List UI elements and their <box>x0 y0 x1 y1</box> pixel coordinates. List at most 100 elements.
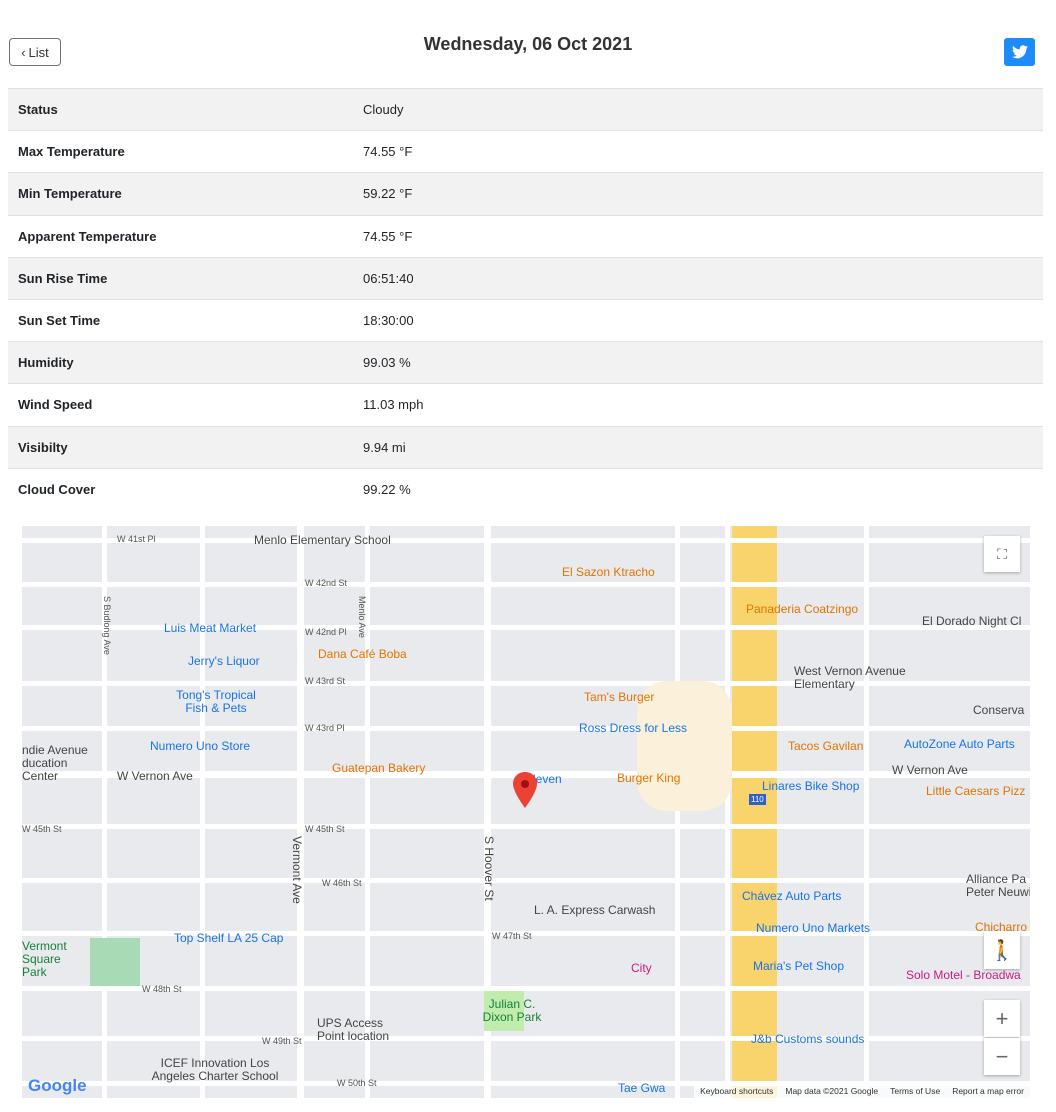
street-label: W 50th St <box>337 1078 377 1088</box>
street-label: W 41st Pl <box>117 534 156 544</box>
street-label: S Budlong Ave <box>102 596 112 655</box>
row-value: 18:30:00 <box>353 298 1043 342</box>
street-label: W 46th St <box>322 878 362 888</box>
place-label[interactable]: AutoZone Auto Parts <box>904 738 1015 751</box>
row-value: Cloudy <box>353 87 1043 131</box>
map-street <box>297 526 304 1098</box>
map[interactable]: W 41st Pl W 42nd St W 42nd Pl W 43rd St … <box>22 526 1030 1098</box>
row-value: 74.55 °F <box>353 214 1043 258</box>
place-label[interactable]: Alliance Pa Peter Neuwi <box>966 873 1030 899</box>
street-label: W 43rd Pl <box>305 723 345 733</box>
row-value: 99.22 % <box>353 467 1043 511</box>
place-label[interactable]: Vermont Ave <box>290 836 304 904</box>
place-label[interactable]: City <box>631 962 652 975</box>
place-label[interactable]: Jerry's Liquor <box>188 655 260 668</box>
street-view-pegman[interactable]: 🚶 <box>984 931 1020 969</box>
street-label: W 42nd St <box>305 578 348 588</box>
table-row: Wind Speed 11.03 mph <box>8 383 1043 426</box>
row-label: Humidity <box>8 341 353 384</box>
place-label[interactable]: W Vernon Ave <box>892 764 968 777</box>
place-label[interactable]: Vermont Square Park <box>22 940 82 979</box>
place-label[interactable]: Little Caesars Pizz <box>926 785 1025 798</box>
place-label[interactable]: UPS Access Point location <box>317 1017 407 1043</box>
place-label[interactable]: Solo Motel - Broadwa <box>906 969 1021 982</box>
place-label[interactable]: L. A. Express Carwash <box>534 904 655 917</box>
map-street <box>200 526 205 1098</box>
zoom-out-button[interactable]: − <box>984 1038 1020 1075</box>
street-label: W 43rd St <box>305 676 346 686</box>
row-label: Cloud Cover <box>8 467 353 511</box>
row-label: Status <box>8 87 353 131</box>
twitter-share-button[interactable] <box>1004 38 1035 66</box>
place-label[interactable]: Numero Uno Markets <box>756 922 870 935</box>
row-label: Wind Speed <box>8 383 353 426</box>
fullscreen-icon: ⛶ <box>997 545 1007 562</box>
zoom-in-button[interactable]: + <box>984 1000 1020 1037</box>
place-label[interactable]: Numero Uno Store <box>150 740 250 753</box>
map-street <box>22 582 1030 587</box>
place-label[interactable]: West Vernon Avenue Elementary <box>794 665 914 691</box>
pegman-icon: 🚶 <box>989 939 1015 962</box>
map-data-attribution: Map data ©2021 Google <box>785 1086 879 1096</box>
table-row: Min Temperature 59.22 °F <box>8 172 1043 216</box>
row-label: Apparent Temperature <box>8 214 353 258</box>
report-error-link[interactable]: Report a map error <box>952 1086 1024 1096</box>
map-street <box>22 824 1030 829</box>
table-row: Sun Rise Time 06:51:40 <box>8 256 1043 300</box>
page-title: Wednesday, 06 Oct 2021 <box>423 34 633 54</box>
place-label[interactable]: Julian C. Dixon Park <box>472 998 552 1024</box>
street-label: W 45th St <box>305 824 345 834</box>
row-value: 06:51:40 <box>353 256 1043 300</box>
place-label[interactable]: El Dorado Night Cl <box>922 615 1021 628</box>
place-label[interactable]: Burger King <box>617 772 680 785</box>
place-label[interactable]: Tae Gwa <box>618 1082 665 1095</box>
place-label[interactable]: Guatepan Bakery <box>332 762 425 775</box>
place-label[interactable]: Conserva <box>973 704 1024 717</box>
row-label: Max Temperature <box>8 130 353 173</box>
place-label[interactable]: Maria's Pet Shop <box>753 960 844 973</box>
table-row: Sun Set Time 18:30:00 <box>8 298 1043 342</box>
street-label: Menlo Ave <box>357 596 367 638</box>
place-label[interactable]: Linares Bike Shop <box>762 780 859 793</box>
place-label[interactable]: ICEF Innovation Los Angeles Charter Scho… <box>150 1057 280 1083</box>
place-label[interactable]: Menlo Elementary School <box>254 534 391 547</box>
fullscreen-button[interactable]: ⛶ <box>984 536 1020 572</box>
place-label[interactable]: Top Shelf LA 25 Cap <box>174 932 283 945</box>
table-row: Status Cloudy <box>8 87 1043 131</box>
place-label[interactable]: Ross Dress for Less <box>579 722 687 735</box>
street-label: W 42nd Pl <box>305 627 347 637</box>
location-marker-icon[interactable] <box>513 772 537 808</box>
map-street <box>22 726 1030 731</box>
keyboard-shortcuts-link[interactable]: Keyboard shortcuts <box>700 1086 773 1096</box>
row-value: 74.55 °F <box>353 130 1043 173</box>
table-row: Visibilty 9.94 mi <box>8 425 1043 469</box>
street-label: W 49th St <box>262 1036 302 1046</box>
google-logo: Google <box>28 1076 87 1095</box>
place-label[interactable]: S Hoover St <box>482 836 496 901</box>
place-label[interactable]: Tacos Gavilan <box>788 740 863 753</box>
street-label: W 48th St <box>142 984 182 994</box>
terms-link[interactable]: Terms of Use <box>890 1086 940 1096</box>
place-label[interactable]: Dana Café Boba <box>318 648 407 661</box>
map-street <box>725 526 730 1098</box>
street-label: W 47th St <box>492 931 532 941</box>
map-street <box>22 1036 1030 1041</box>
place-label[interactable]: Panaderia Coatzingo <box>746 603 858 616</box>
table-row: Max Temperature 74.55 °F <box>8 130 1043 173</box>
twitter-icon <box>1011 45 1028 59</box>
place-label[interactable]: W Vernon Ave <box>117 770 193 783</box>
row-label: Min Temperature <box>8 172 353 216</box>
place-label[interactable]: El Sazon Ktracho <box>562 566 655 579</box>
place-label[interactable]: Tam's Burger <box>584 691 654 704</box>
place-label[interactable]: ndie Avenue ducation Center <box>22 744 102 783</box>
vermont-square-park-area <box>90 938 140 986</box>
place-label[interactable]: Chávez Auto Parts <box>742 890 841 903</box>
map-street <box>675 526 680 1098</box>
place-label[interactable]: Tong's Tropical Fish & Pets <box>170 689 262 715</box>
row-value: 99.03 % <box>353 341 1043 384</box>
table-row: Humidity 99.03 % <box>8 341 1043 384</box>
row-label: Sun Rise Time <box>8 256 353 300</box>
place-label[interactable]: J&b Customs sounds <box>751 1033 864 1046</box>
place-label[interactable]: Luis Meat Market <box>164 622 256 635</box>
weather-details-table: Status Cloudy Max Temperature 74.55 °F Min T… <box>8 87 1043 511</box>
